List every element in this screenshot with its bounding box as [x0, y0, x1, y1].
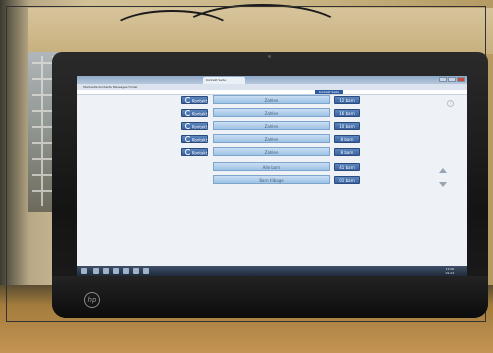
start-icon[interactable] — [81, 268, 87, 274]
phone-icon — [185, 123, 191, 129]
total-children-count[interactable]: 41 barn — [334, 163, 360, 171]
kontakt-button-5[interactable]: Kontakt — [181, 148, 208, 156]
scroll-up-icon[interactable] — [439, 168, 447, 173]
taskbar-app-icon[interactable] — [93, 268, 99, 274]
window-controls — [439, 77, 465, 82]
contact-count-4[interactable]: 8 barn — [334, 135, 360, 143]
remaining-children-count[interactable]: 01 barn — [334, 176, 360, 184]
phone-icon — [185, 97, 191, 103]
maximize-icon[interactable] — [448, 77, 456, 82]
kontakt-button-4[interactable]: Kontakt — [181, 135, 208, 143]
phone-icon — [185, 110, 191, 116]
scroll-down-icon[interactable] — [439, 182, 447, 187]
contact-name-4: Zahlen — [213, 134, 330, 143]
taskbar-app-icon[interactable] — [133, 268, 139, 274]
close-icon[interactable] — [457, 77, 465, 82]
browser-titlebar — [77, 76, 467, 84]
contact-count-2[interactable]: 16 barn — [334, 109, 360, 117]
phone-icon — [185, 149, 191, 155]
monitor-chin — [52, 276, 488, 318]
clock-date: 01-01 — [445, 271, 455, 275]
kontakt-button-2[interactable]: Kontakt — [181, 109, 208, 117]
contact-name-2: Zahlen — [213, 108, 330, 117]
remaining-children-label: Barn tilbage — [213, 175, 330, 184]
contact-name-3: Zahlen — [213, 121, 330, 130]
screen: Kontakt Seite Startseite Kontakte Messag… — [77, 76, 467, 276]
taskbar-clock[interactable]: 12:00 01-01 — [437, 267, 463, 275]
contact-name-5: Zahlen — [213, 147, 330, 156]
hp-logo: hp — [84, 292, 100, 308]
contact-count-5[interactable]: 8 barn — [334, 148, 360, 156]
taskbar-app-icon[interactable] — [113, 268, 119, 274]
contact-count-1[interactable]: 12 barn — [334, 96, 360, 104]
contact-name-1: Zahlen — [213, 95, 330, 104]
page-header-label: Kontakt Seite — [315, 90, 344, 94]
phone-icon — [185, 136, 191, 142]
contact-count-3[interactable]: 10 barn — [334, 122, 360, 130]
taskbar-app-icon[interactable] — [123, 268, 129, 274]
taskbar-app-icon[interactable] — [143, 268, 149, 274]
webcam — [268, 55, 271, 58]
kontakt-button-3[interactable]: Kontakt — [181, 122, 208, 130]
total-children-label: Alle barn — [213, 162, 330, 171]
taskbar-app-icon[interactable] — [103, 268, 109, 274]
kontakt-button-1[interactable]: Kontakt — [181, 96, 208, 104]
minimize-icon[interactable] — [439, 77, 447, 82]
help-icon[interactable]: ? — [447, 100, 454, 107]
browser-tab[interactable]: Kontakt Seite — [203, 77, 245, 84]
